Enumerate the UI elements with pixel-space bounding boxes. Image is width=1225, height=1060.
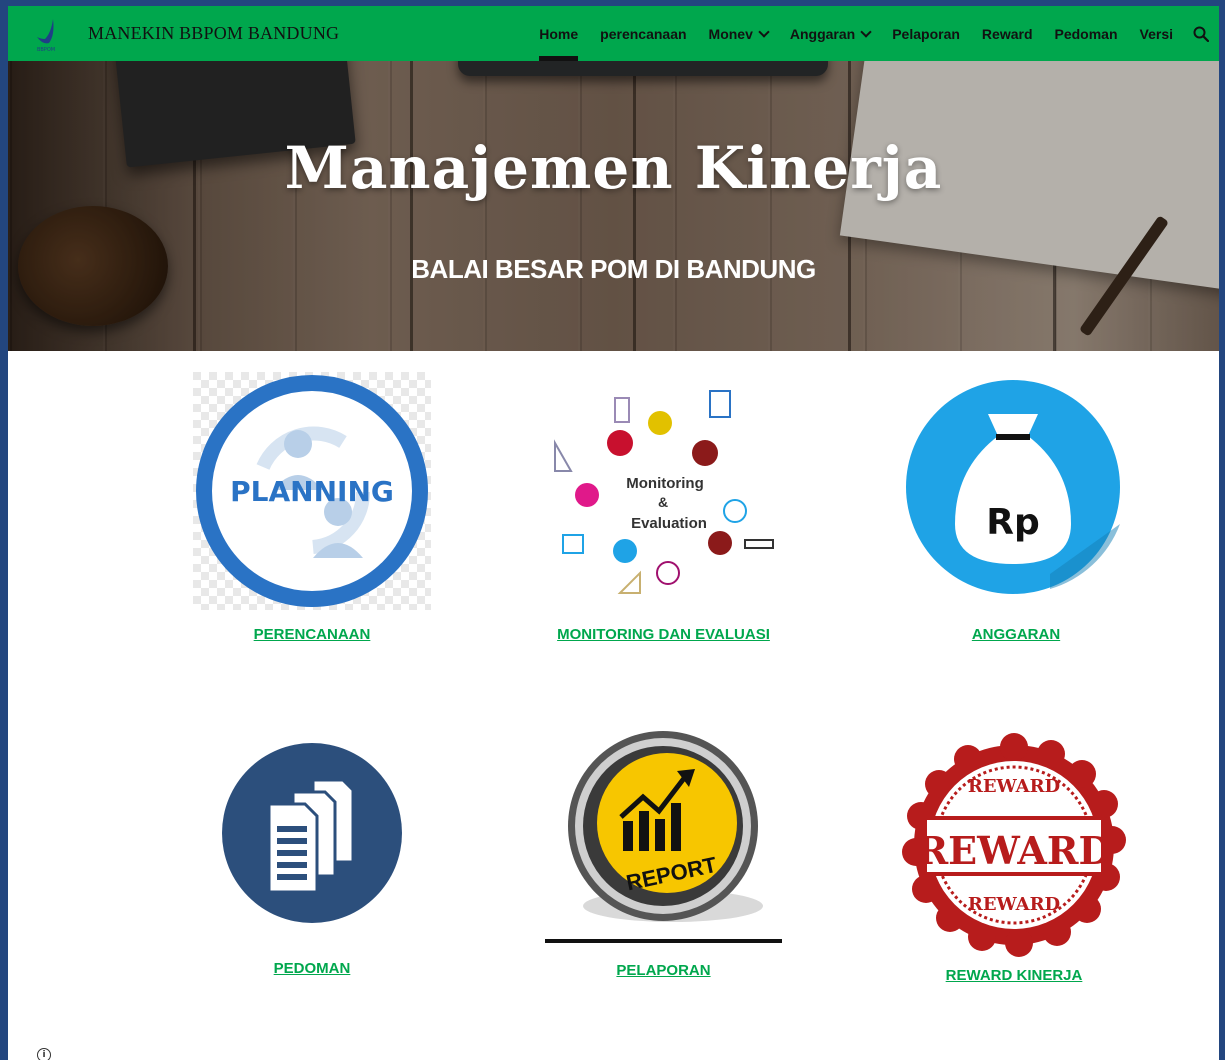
bbpom-logo-icon: BBPOM <box>37 18 55 53</box>
svg-text:REWARD: REWARD <box>968 776 1060 797</box>
documents-icon <box>222 743 402 923</box>
reward-image[interactable]: REWARD REWARD REWARD <box>901 732 1127 958</box>
pedoman-image[interactable] <box>221 742 403 924</box>
nav-item-versi[interactable]: Versi <box>1140 6 1173 61</box>
page-frame: Manajemen Kinerja BALAI BESAR POM DI BAN… <box>0 0 1225 1060</box>
svg-text:&: & <box>658 494 668 510</box>
search-button[interactable] <box>1191 24 1211 44</box>
info-icon[interactable]: i <box>37 1048 51 1060</box>
hero-subtitle: BALAI BESAR POM DI BANDUNG <box>411 254 816 284</box>
monitoring-evaluation-illustration: Monitoring & Evaluation <box>554 390 774 594</box>
nav-item-label: Pelaporan <box>892 25 960 42</box>
svg-text:Monitoring: Monitoring <box>626 475 703 492</box>
svg-text:REWARD: REWARD <box>917 828 1112 873</box>
svg-text:Rp: Rp <box>986 502 1040 543</box>
nav-item-pelaporan[interactable]: Pelaporan <box>892 6 960 61</box>
perencanaan-link[interactable]: PERENCANAAN <box>193 626 431 644</box>
pedoman-link[interactable]: PEDOMAN <box>193 960 431 978</box>
anggaran-link[interactable]: ANGGARAN <box>900 626 1132 644</box>
nav-item-label: Anggaran <box>789 25 856 42</box>
svg-text:Evaluation: Evaluation <box>631 515 707 532</box>
monev-image[interactable]: Monitoring & Evaluation <box>545 383 782 605</box>
nav-item-label: perencanaan <box>600 25 687 42</box>
chevron-down-icon <box>758 25 770 38</box>
planning-image[interactable]: PLANNING <box>193 372 431 610</box>
anggaran-image[interactable]: Rp <box>900 374 1132 604</box>
reward-kinerja-link[interactable]: REWARD KINERJA <box>901 967 1127 985</box>
nav-item-perencanaan[interactable]: perencanaan <box>600 6 686 61</box>
pelaporan-link[interactable]: PELAPORAN <box>545 962 782 980</box>
nav-item-label: Reward <box>981 25 1033 42</box>
section-divider <box>545 939 782 943</box>
nav-item-label: Pedoman <box>1054 25 1118 42</box>
site-title[interactable]: MANEKIN BBPOM BANDUNG <box>88 23 339 44</box>
search-icon <box>1193 26 1209 42</box>
svg-text:REWARD: REWARD <box>968 894 1060 915</box>
reward-stamp-illustration: REWARD REWARD REWARD <box>902 733 1126 957</box>
pelaporan-image[interactable]: REPORT <box>563 731 763 931</box>
hero-title: Manajemen Kinerja <box>284 134 943 202</box>
money-bag-illustration: Rp <box>906 380 1120 594</box>
svg-text:BBPOM: BBPOM <box>37 47 55 53</box>
top-navigation-bar: BBPOM MANEKIN BBPOM BANDUNG Home perenca… <box>8 6 1219 61</box>
nav-item-label: Home <box>539 25 579 42</box>
nav-item-anggaran[interactable]: Anggaran <box>789 6 872 61</box>
nav-item-home[interactable]: Home <box>539 6 578 61</box>
nav-item-reward[interactable]: Reward <box>982 6 1033 61</box>
nav-item-pedoman[interactable]: Pedoman <box>1055 6 1118 61</box>
planning-illustration: PLANNING <box>193 372 431 610</box>
nav-item-label: Monev <box>708 25 753 42</box>
monev-link[interactable]: MONITORING DAN EVALUASI <box>555 626 772 644</box>
bbpom-logo[interactable]: BBPOM <box>30 15 62 53</box>
chevron-down-icon <box>860 25 872 38</box>
report-button-illustration: REPORT <box>568 731 763 922</box>
svg-text:PLANNING: PLANNING <box>230 475 394 508</box>
nav-menu: Home perencanaan Monev Anggaran Pelapora… <box>539 6 1219 61</box>
nav-item-label: Versi <box>1139 25 1173 42</box>
nav-item-monev[interactable]: Monev <box>708 6 770 61</box>
